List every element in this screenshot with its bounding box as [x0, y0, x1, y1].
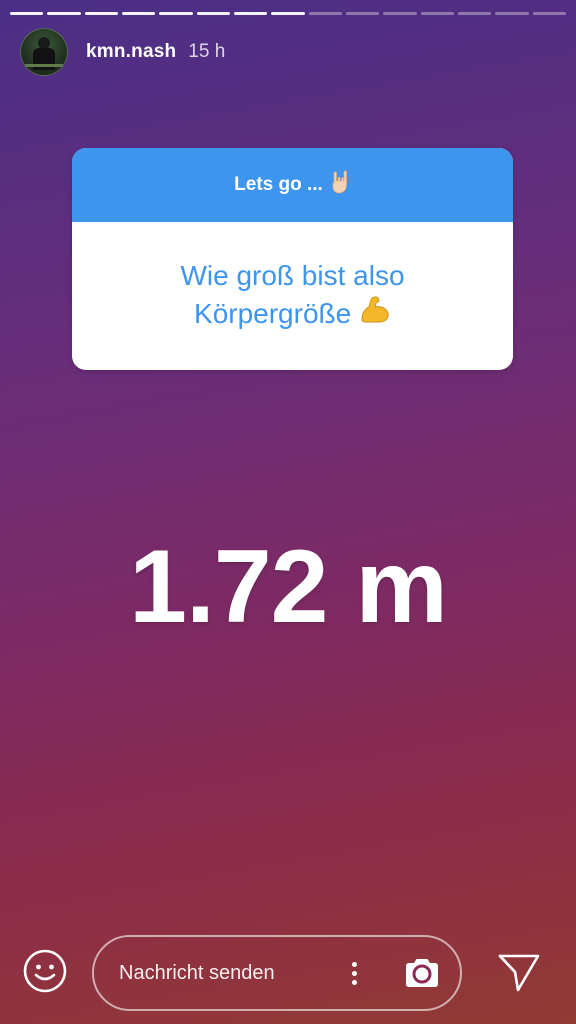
story-progress-segment — [84, 12, 118, 15]
dot — [351, 979, 357, 985]
story-progress-segment — [383, 12, 417, 15]
story-header: kmn.nash 15 h — [20, 28, 225, 76]
vertical-dots-icon[interactable] — [344, 953, 364, 993]
message-input[interactable]: Nachricht senden — [92, 935, 462, 1011]
paper-plane-icon[interactable] — [497, 952, 541, 999]
story-progress-segment — [308, 12, 342, 15]
camera-icon[interactable] — [402, 953, 442, 993]
message-placeholder: Nachricht senden — [119, 961, 275, 984]
question-text-line1: Wie groß bist also — [180, 259, 405, 291]
story-progress-segment — [10, 12, 44, 15]
question-text-line2-wrap: Körpergröße — [194, 295, 391, 336]
avatar[interactable] — [20, 28, 68, 76]
post-time: 15 h — [188, 41, 226, 62]
rock-on-hand-emoji — [329, 170, 351, 200]
username[interactable]: kmn.nash — [86, 41, 176, 63]
story-progress-segment — [233, 12, 268, 15]
story-progress-segment — [495, 12, 529, 15]
story-progress-segment — [121, 12, 156, 15]
question-sticker[interactable]: Lets go ... Wie groß bist also Körpergrö… — [72, 148, 513, 370]
story-progress-segment — [196, 12, 230, 15]
question-sticker-body: Wie groß bist also Körpergröße — [72, 222, 513, 370]
story-progress-segment — [532, 12, 566, 15]
story-progress-segment — [420, 12, 454, 15]
question-sticker-title: Lets go ... — [234, 174, 323, 195]
story-progress-segment — [457, 12, 492, 15]
question-text-line2: Körpergröße — [194, 297, 352, 329]
story-progress-segment — [47, 12, 81, 15]
answer-text: 1.72 m — [129, 529, 448, 645]
dot — [351, 970, 357, 976]
question-sticker-header: Lets go ... — [72, 148, 513, 222]
story-progress-segment — [345, 12, 380, 15]
story-progress-segment — [271, 12, 305, 15]
dot — [351, 961, 357, 967]
avatar-bench — [25, 64, 63, 67]
flexed-biceps-emoji — [359, 295, 391, 335]
story-progress-bar — [10, 12, 566, 15]
smiley-icon[interactable] — [22, 948, 68, 994]
story-progress-segment — [159, 12, 193, 15]
